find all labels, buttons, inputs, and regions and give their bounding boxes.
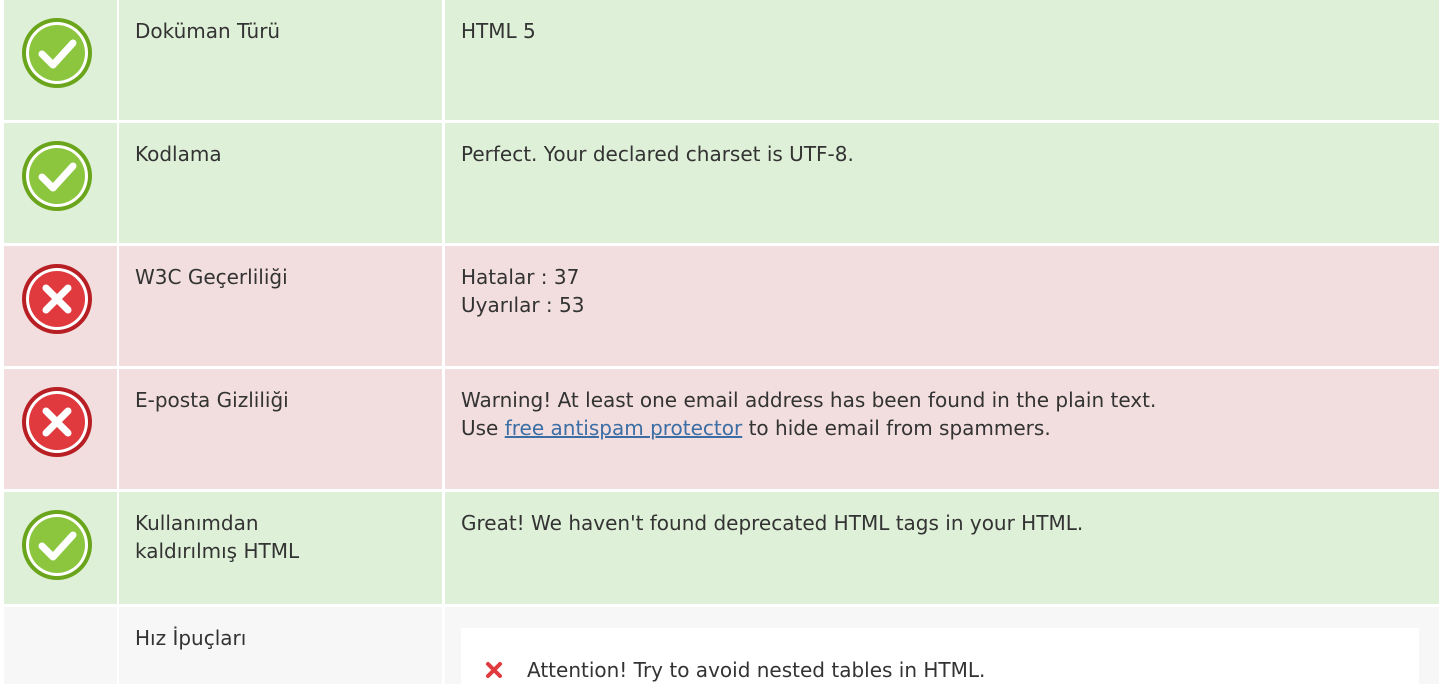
- table-row-encoding: Kodlama Perfect. Your declared charset i…: [0, 123, 1445, 243]
- check-value: Great! We haven't found deprecated HTML …: [445, 492, 1439, 604]
- table-row-document-type: Doküman Türü HTML 5: [0, 0, 1445, 120]
- value-text: Perfect. Your declared charset is UTF-8.: [461, 142, 854, 166]
- antispam-protector-link[interactable]: free antispam protector: [505, 416, 743, 440]
- x-circle-icon: [20, 385, 94, 459]
- check-value: Warning! At least one email address has …: [445, 369, 1439, 489]
- check-circle-icon: [20, 16, 94, 90]
- errors-count: Hatalar : 37: [461, 265, 580, 289]
- check-label: W3C Geçerliliği: [119, 246, 442, 366]
- status-cell: [4, 246, 117, 366]
- status-cell: [4, 492, 117, 604]
- tip-text: Attention! Try to avoid nested tables in…: [527, 658, 986, 682]
- label-line: Kullanımdan: [135, 511, 259, 535]
- status-cell: [4, 123, 117, 243]
- check-label: Kullanımdan kaldırılmış HTML: [119, 492, 442, 604]
- table-row-email-privacy: E-posta Gizliliği Warning! At least one …: [0, 369, 1445, 489]
- check-circle-icon: [20, 508, 94, 582]
- value-text: Great! We haven't found deprecated HTML …: [461, 511, 1084, 535]
- email-advice-text: Use free antispam protector to hide emai…: [461, 414, 1423, 442]
- check-label: Hız İpuçları: [119, 607, 442, 684]
- email-warning-text: Warning! At least one email address has …: [461, 388, 1157, 412]
- check-label: Doküman Türü: [119, 0, 442, 120]
- table-row-deprecated-html: Kullanımdan kaldırılmış HTML Great! We h…: [0, 492, 1445, 604]
- label-line: kaldırılmış HTML: [135, 539, 300, 563]
- speed-tips-list: Attention! Try to avoid nested tables in…: [461, 628, 1419, 684]
- warnings-count: Uyarılar : 53: [461, 293, 585, 317]
- check-label: E-posta Gizliliği: [119, 369, 442, 489]
- value-text: HTML 5: [461, 19, 536, 43]
- red-x-icon: [483, 659, 505, 681]
- check-value: Perfect. Your declared charset is UTF-8.: [445, 123, 1439, 243]
- advice-suffix: to hide email from spammers.: [742, 416, 1051, 440]
- check-circle-icon: [20, 139, 94, 213]
- status-cell: [4, 607, 117, 684]
- table-row-w3c-validity: W3C Geçerliliği Hatalar : 37 Uyarılar : …: [0, 246, 1445, 366]
- status-cell: [4, 0, 117, 120]
- list-item: Attention! Try to avoid nested tables in…: [483, 656, 985, 684]
- check-value: Attention! Try to avoid nested tables in…: [445, 607, 1439, 684]
- status-cell: [4, 369, 117, 489]
- advice-prefix: Use: [461, 416, 505, 440]
- check-label: Kodlama: [119, 123, 442, 243]
- x-circle-icon: [20, 262, 94, 336]
- check-value: Hatalar : 37 Uyarılar : 53: [445, 246, 1439, 366]
- check-value: HTML 5: [445, 0, 1439, 120]
- table-row-speed-tips: Hız İpuçları Attention! Try to avoid nes…: [0, 607, 1445, 684]
